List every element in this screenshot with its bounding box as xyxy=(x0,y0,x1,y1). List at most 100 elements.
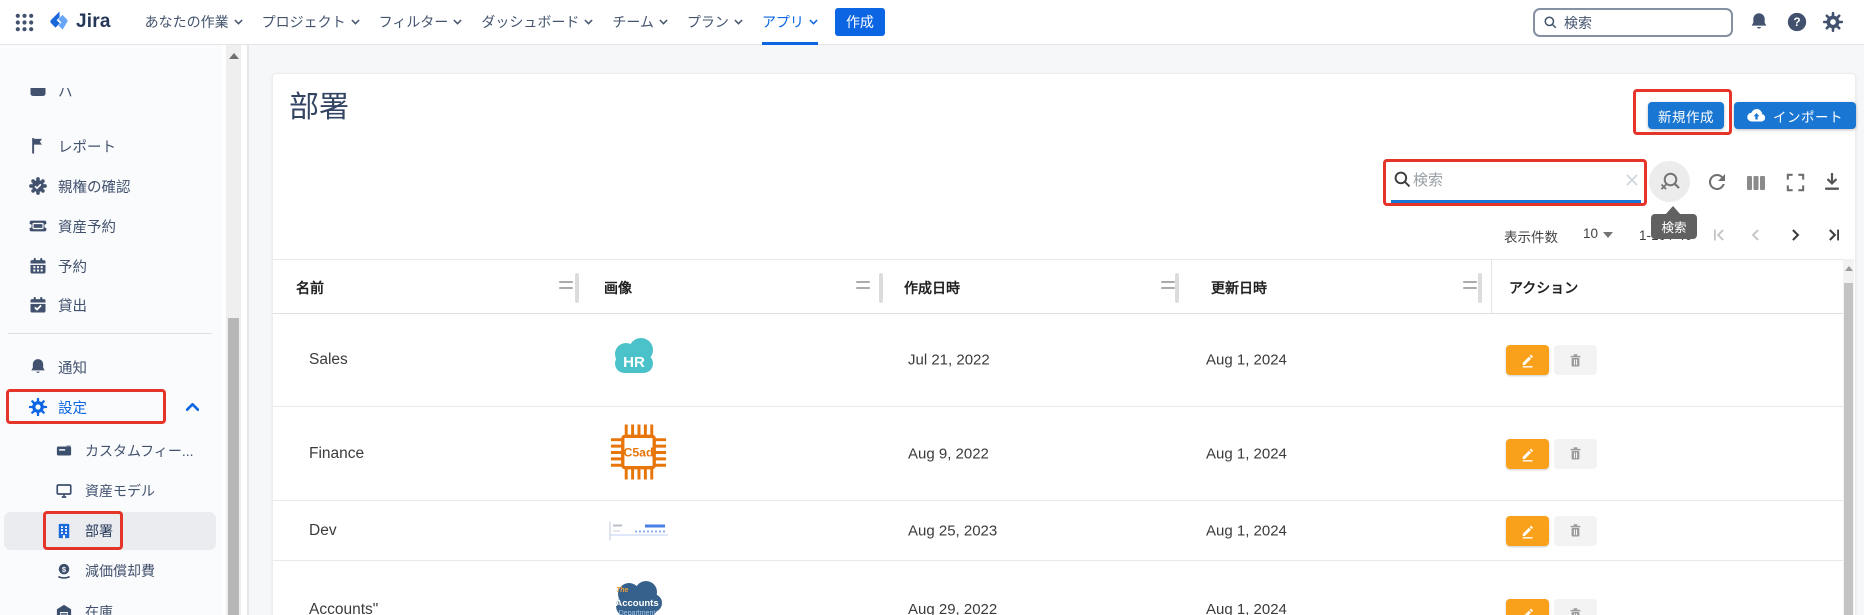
column-header-name[interactable]: 名前 xyxy=(296,260,324,315)
sidebar-item-custom-fields[interactable]: カスタムフィー... xyxy=(0,433,222,469)
delete-button[interactable] xyxy=(1554,345,1597,375)
table-row[interactable]: Accounts" The Accounts Department Aug 29, … xyxy=(273,561,1843,615)
table-search-input[interactable] xyxy=(1413,167,1613,193)
sidebar-scrollbar[interactable] xyxy=(226,45,241,615)
edit-button[interactable] xyxy=(1506,438,1549,469)
refresh-icon[interactable] xyxy=(1705,170,1729,194)
column-header-updated[interactable]: 更新日時 xyxy=(1211,260,1267,315)
sidebar-item-departments[interactable]: 部署 xyxy=(0,513,222,549)
sidebar-item-asset-booking[interactable]: 資産予約 xyxy=(0,208,222,244)
table-scrollbar[interactable] xyxy=(1843,259,1854,615)
search-tooltip: 検索 xyxy=(1651,214,1697,239)
delete-button[interactable] xyxy=(1554,438,1597,469)
sidebar-item-checkin[interactable]: 親権の確認 xyxy=(0,168,222,204)
first-page-icon[interactable] xyxy=(1709,225,1729,245)
edit-button[interactable] xyxy=(1506,345,1549,375)
nav-item-projects[interactable]: プロジェクト xyxy=(262,0,360,45)
next-page-icon[interactable] xyxy=(1785,225,1805,245)
ticket-icon xyxy=(27,216,49,236)
rows-per-page-label: 表示件数 xyxy=(1504,230,1558,245)
sidebar-item-depreciation[interactable]: $ 減価償却費 xyxy=(0,553,222,589)
edit-button[interactable] xyxy=(1506,515,1549,546)
sidebar-item-notifications[interactable]: 通知 xyxy=(0,349,222,385)
departments-panel: 部署 新規作成 インポート 表示件数 xyxy=(272,73,1856,615)
column-resize-handle[interactable] xyxy=(1478,273,1482,303)
filter-icon[interactable] xyxy=(1161,277,1176,297)
sidebar-item-inventory[interactable]: 在庫 xyxy=(0,594,222,615)
department-image-hr-cloud: HR xyxy=(609,335,659,385)
nav-item-your-work[interactable]: あなたの作業 xyxy=(145,0,243,45)
svg-text:?: ? xyxy=(1793,15,1800,29)
column-resize-handle[interactable] xyxy=(879,273,883,303)
nav-item-filters[interactable]: フィルター xyxy=(379,0,463,45)
nav-item-apps[interactable]: アプリ xyxy=(761,0,818,45)
sidebar-item-booking[interactable]: 予約 xyxy=(0,248,222,284)
table-scrollbar-thumb[interactable] xyxy=(1844,283,1853,615)
chevron-down-icon xyxy=(453,19,462,25)
department-name: Finance xyxy=(309,444,365,462)
help-icon[interactable]: ? xyxy=(1786,11,1808,38)
filter-icon[interactable] xyxy=(856,277,871,297)
delete-button[interactable] xyxy=(1554,515,1597,546)
updated-date: Aug 1, 2024 xyxy=(1206,351,1287,369)
column-header-image[interactable]: 画像 xyxy=(604,260,632,315)
table-row[interactable]: Sales HR Jul 21, 2022 Aug 1, 2024 xyxy=(273,314,1843,407)
trash-icon xyxy=(1570,524,1581,537)
trash-icon xyxy=(1570,353,1581,367)
sidebar-scrollbar-thumb[interactable] xyxy=(228,318,239,615)
column-resize-handle[interactable] xyxy=(575,273,579,303)
global-search[interactable] xyxy=(1533,8,1733,37)
column-header-created[interactable]: 作成日時 xyxy=(904,260,960,315)
calendar-icon xyxy=(28,256,48,276)
table-row[interactable]: Dev Aug 25, 2023 Aug 1, 2024 xyxy=(273,501,1843,561)
sidebar-item-checkout[interactable]: 貸出 xyxy=(0,287,222,323)
sidebar-item-report[interactable]: レポート xyxy=(0,128,222,164)
nav-item-dashboards[interactable]: ダッシュボード xyxy=(481,0,593,45)
last-page-icon[interactable] xyxy=(1824,225,1844,245)
created-date: Aug 25, 2023 xyxy=(908,522,998,539)
chip-logo-text: C5ad xyxy=(623,445,653,459)
delete-button[interactable] xyxy=(1554,599,1597,615)
sidebar-item-clipped[interactable]: ハ xyxy=(0,88,222,116)
nav-menu: あなたの作業 プロジェクト フィルター ダッシュボード チーム プラン アプリ xyxy=(145,0,818,45)
edit-button[interactable] xyxy=(1506,599,1549,615)
pencil-icon xyxy=(1522,525,1533,538)
hr-logo-text: HR xyxy=(623,354,645,371)
calendar-check-icon xyxy=(28,295,48,315)
create-button[interactable]: 作成 xyxy=(834,8,885,36)
settings-icon[interactable] xyxy=(1822,11,1844,38)
scroll-up-arrow-icon[interactable] xyxy=(1844,266,1853,271)
sidebar-item-asset-models[interactable]: 資産モデル xyxy=(0,473,222,509)
toggle-search-button[interactable] xyxy=(1649,161,1690,202)
rows-per-page-select[interactable]: 10 xyxy=(1583,226,1598,241)
fullscreen-icon[interactable] xyxy=(1784,171,1808,195)
cloud-upload-icon xyxy=(1747,108,1766,122)
new-department-button[interactable]: 新規作成 xyxy=(1648,102,1724,129)
clear-input-icon[interactable] xyxy=(1625,173,1639,187)
table-row[interactable]: Finance C5ad Aug 9, 2022 Aug 1, 2024 xyxy=(273,407,1843,501)
chevron-down-icon xyxy=(584,19,593,25)
chevron-up-icon[interactable] xyxy=(185,398,200,416)
download-icon[interactable] xyxy=(1820,170,1844,194)
sidebar: ハ レポート 親権の確認 資産予約 予約 貸出 通知 設定 カスタムフィー...… xyxy=(0,45,222,615)
chevron-down-icon xyxy=(734,19,743,25)
scroll-up-arrow-icon[interactable] xyxy=(229,53,239,59)
chevron-down-icon[interactable] xyxy=(1603,232,1613,238)
app-switcher-icon[interactable] xyxy=(14,12,35,33)
filter-icon[interactable] xyxy=(559,277,574,297)
updated-date: Aug 1, 2024 xyxy=(1206,601,1287,615)
import-button[interactable]: インポート xyxy=(1734,102,1856,129)
pencil-icon xyxy=(1524,608,1533,615)
nav-item-teams[interactable]: チーム xyxy=(612,0,668,45)
filter-icon[interactable] xyxy=(1463,277,1478,297)
jira-logo[interactable]: Jira xyxy=(47,10,111,34)
created-date: Aug 9, 2022 xyxy=(908,445,989,462)
global-search-input[interactable] xyxy=(1564,14,1704,31)
previous-page-icon[interactable] xyxy=(1746,225,1766,245)
sidebar-item-settings[interactable]: 設定 xyxy=(0,389,222,425)
notifications-icon[interactable] xyxy=(1748,11,1770,38)
columns-icon[interactable] xyxy=(1744,171,1768,195)
column-resize-handle[interactable] xyxy=(1175,273,1179,303)
nav-item-plans[interactable]: プラン xyxy=(687,0,743,45)
chevron-down-icon xyxy=(659,19,668,25)
